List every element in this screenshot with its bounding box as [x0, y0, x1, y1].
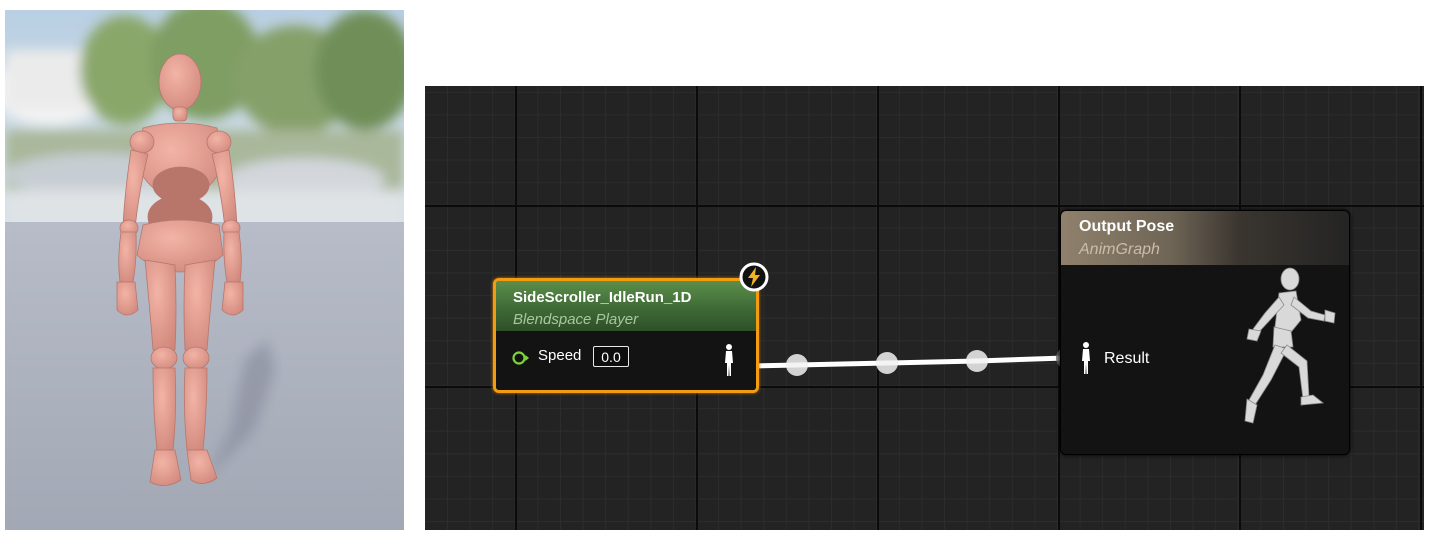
character-viewport[interactable] — [5, 10, 404, 530]
node-body: Result — [1061, 265, 1349, 454]
node-header: Output Pose AnimGraph — [1061, 211, 1349, 265]
node-title: SideScroller_IdleRun_1D — [513, 289, 692, 306]
pose-pin-icon[interactable] — [1079, 341, 1093, 377]
node-body: Speed 0.0 — [496, 331, 756, 390]
lightning-bolt-icon — [739, 262, 769, 292]
anim-graph-canvas[interactable]: SideScroller_IdleRun_1D Blendspace Playe… — [425, 86, 1424, 530]
result-pin-label: Result — [1104, 350, 1150, 367]
node-header: SideScroller_IdleRun_1D Blendspace Playe… — [496, 281, 756, 331]
viewport-scene — [5, 10, 404, 530]
float-pin-icon[interactable] — [512, 351, 530, 365]
speed-pin-label: Speed — [538, 347, 582, 364]
blendspace-player-node[interactable]: SideScroller_IdleRun_1D Blendspace Playe… — [493, 278, 759, 393]
node-subtitle: AnimGraph — [1079, 241, 1160, 258]
speed-value-input[interactable]: 0.0 — [593, 346, 629, 367]
node-subtitle: Blendspace Player — [513, 311, 639, 328]
node-title: Output Pose — [1079, 218, 1175, 235]
output-pose-node[interactable]: Output Pose AnimGraph Result — [1060, 210, 1350, 455]
pose-pin-icon[interactable] — [722, 343, 736, 379]
running-mannequin-icon — [1244, 267, 1336, 424]
